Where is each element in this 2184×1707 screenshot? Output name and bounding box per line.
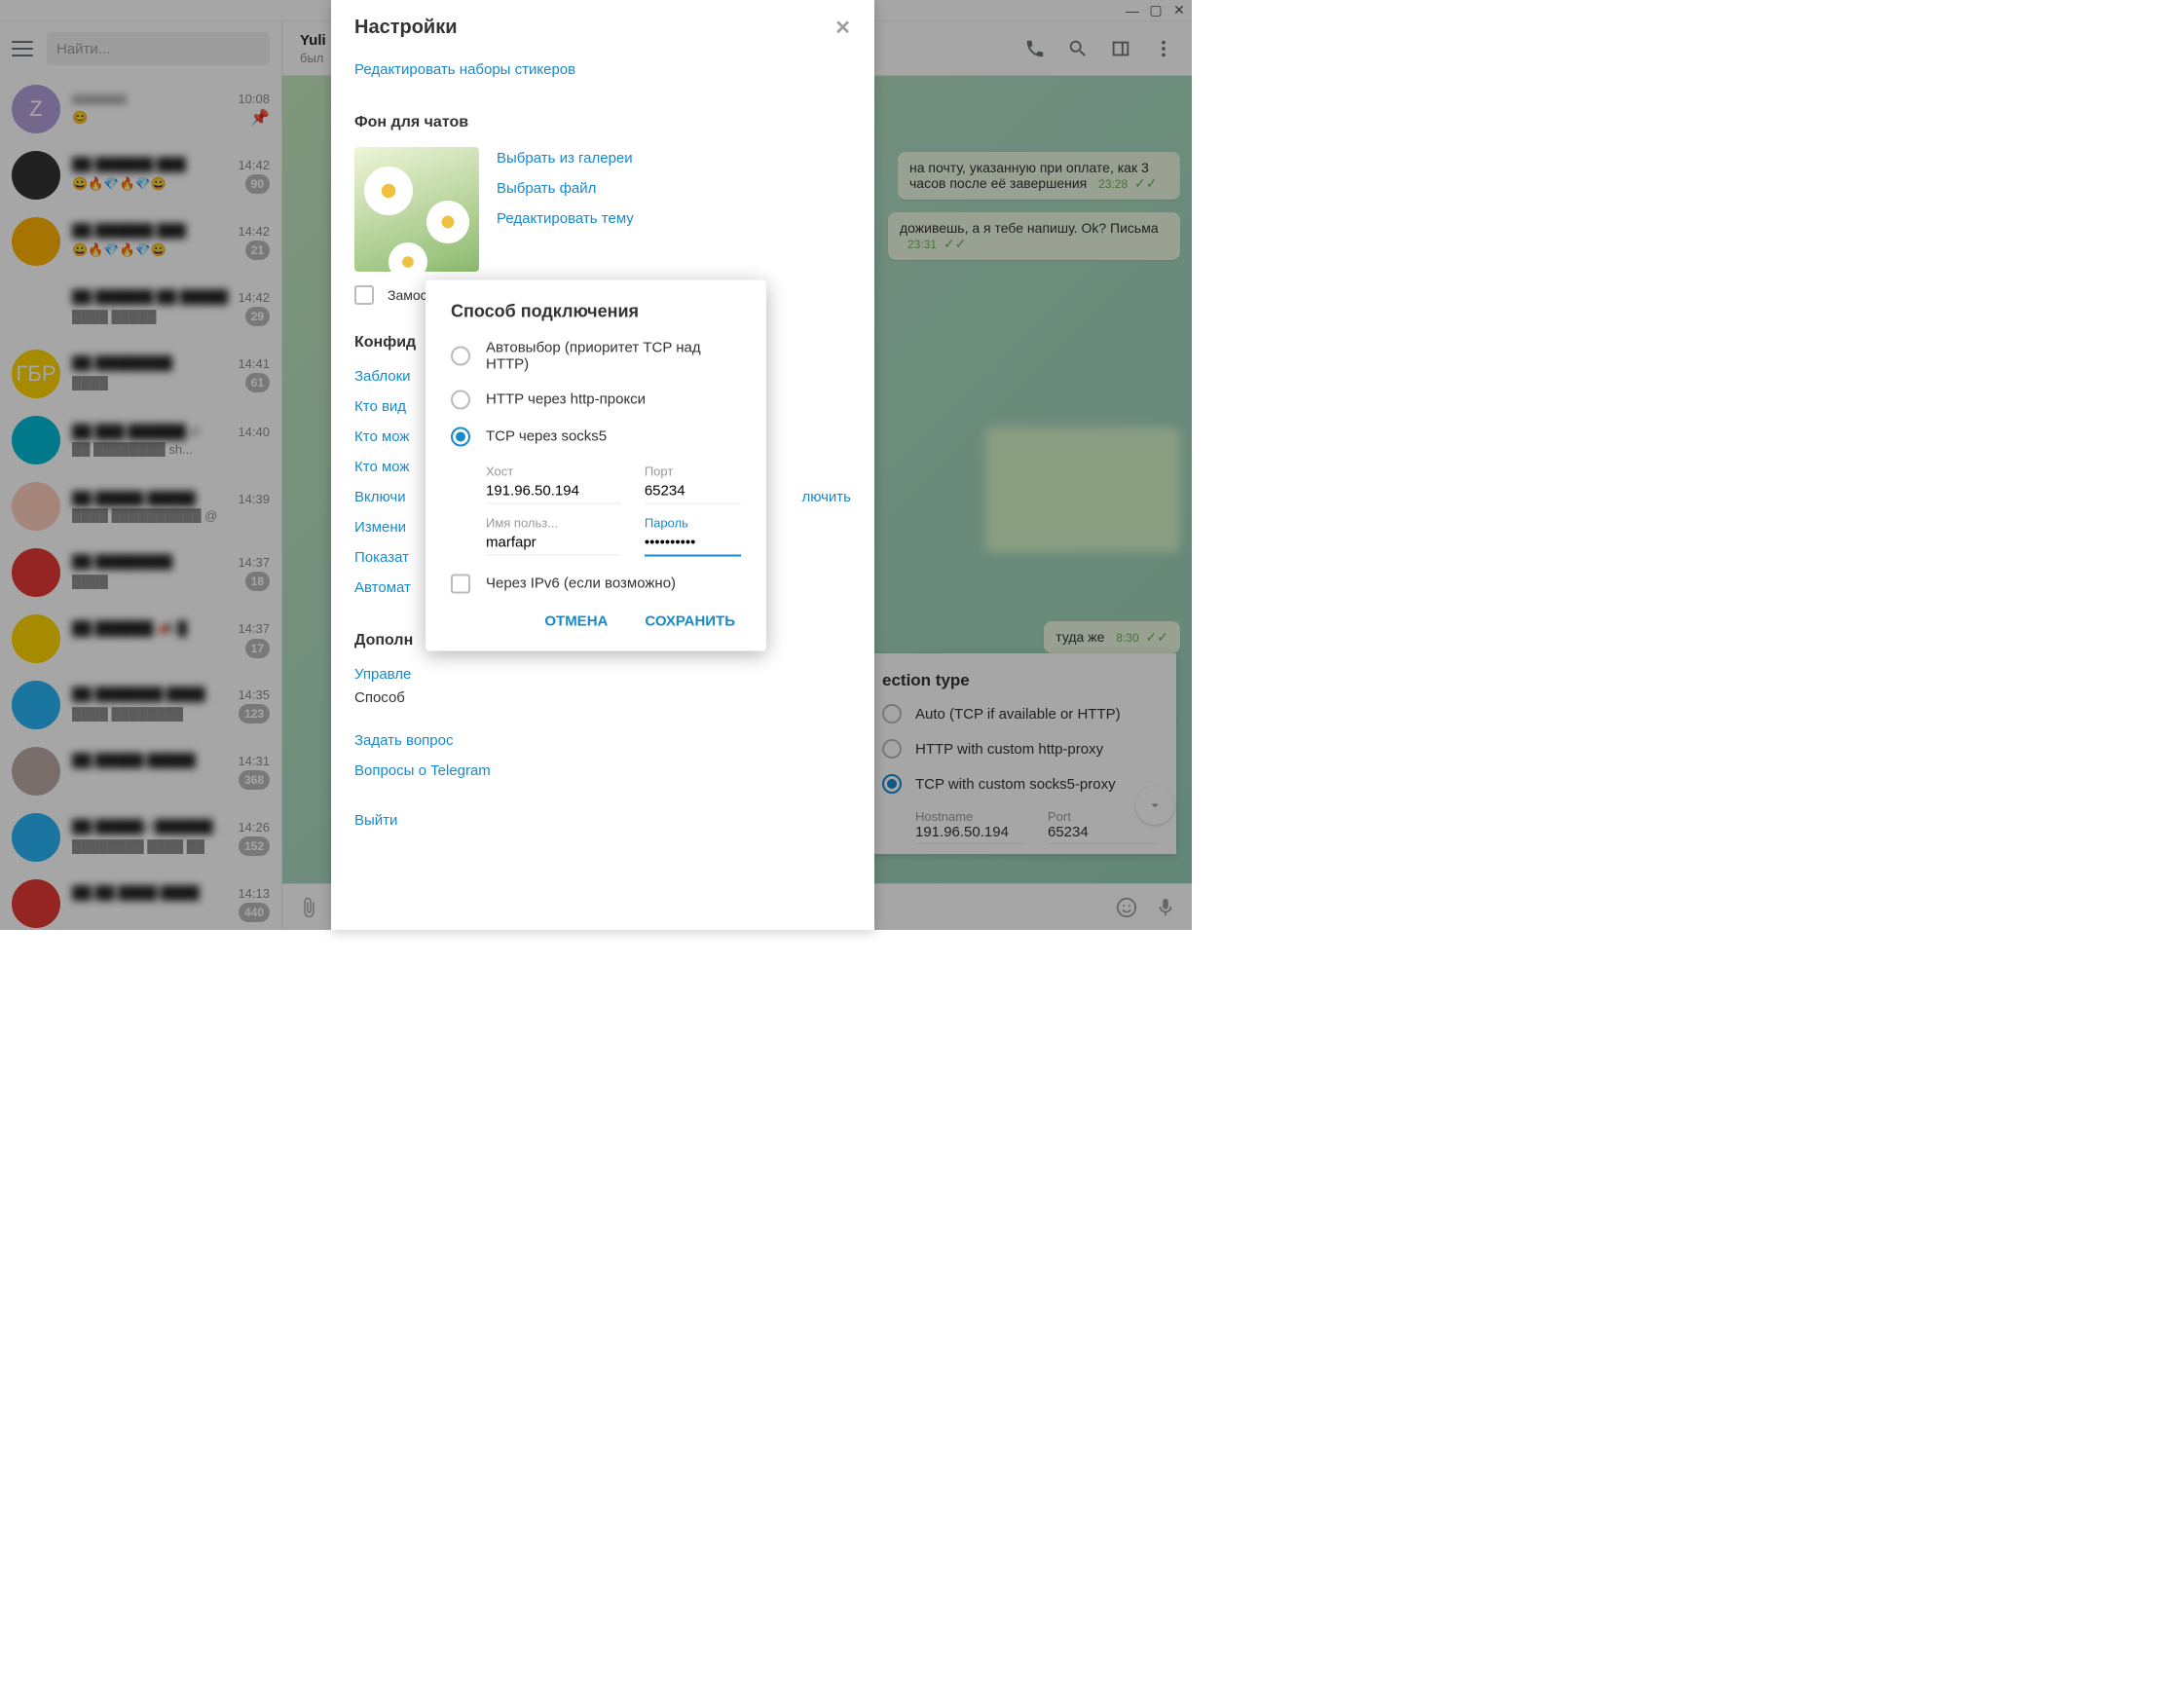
dialog-title: Способ подключения	[451, 301, 741, 321]
username-label: Имя польз...	[486, 515, 621, 530]
checkbox-icon	[354, 285, 374, 305]
choose-from-gallery-link[interactable]: Выбрать из галереи	[497, 143, 851, 173]
cancel-button[interactable]: ОТМЕНА	[538, 605, 613, 637]
ask-question-link[interactable]: Задать вопрос	[354, 725, 851, 756]
settings-title: Настройки	[354, 17, 458, 39]
wallpaper-preview[interactable]	[354, 147, 479, 272]
ipv6-checkbox[interactable]: Через IPv6 (если возможно)	[451, 574, 741, 593]
chat-background-title: Фон для чатов	[354, 114, 851, 131]
manage-storage-link[interactable]: Управле	[354, 659, 851, 689]
logout-link[interactable]: Выйти	[354, 805, 851, 835]
radio-icon	[451, 346, 470, 365]
radio-auto[interactable]: Автовыбор (приоритет TCP над HTTP)	[451, 339, 741, 372]
radio-icon	[451, 427, 470, 446]
close-settings-button[interactable]: ✕	[834, 16, 851, 40]
radio-socks5[interactable]: TCP через socks5	[451, 427, 741, 446]
password-input[interactable]	[645, 532, 741, 556]
checkbox-icon	[451, 574, 470, 593]
host-input[interactable]	[486, 480, 621, 503]
edit-sticker-sets-link[interactable]: Редактировать наборы стикеров	[354, 55, 851, 85]
save-button[interactable]: СОХРАНИТЬ	[639, 605, 741, 637]
username-input[interactable]	[486, 532, 621, 555]
radio-http-proxy[interactable]: HTTP через http-прокси	[451, 390, 741, 409]
port-input[interactable]	[645, 480, 741, 503]
choose-file-link[interactable]: Выбрать файл	[497, 173, 851, 204]
edit-theme-link[interactable]: Редактировать тему	[497, 204, 851, 234]
local-passcode-link[interactable]: Включи	[354, 482, 406, 512]
connection-type-dialog: Способ подключения Автовыбор (приоритет …	[426, 279, 766, 650]
two-step-verification-link[interactable]: лючить	[801, 482, 851, 512]
host-label: Хост	[486, 464, 621, 478]
radio-icon	[451, 390, 470, 409]
port-label: Порт	[645, 464, 741, 478]
telegram-faq-link[interactable]: Вопросы о Telegram	[354, 756, 851, 786]
password-label: Пароль	[645, 515, 741, 530]
connection-type-setting[interactable]: Способ	[354, 683, 405, 713]
